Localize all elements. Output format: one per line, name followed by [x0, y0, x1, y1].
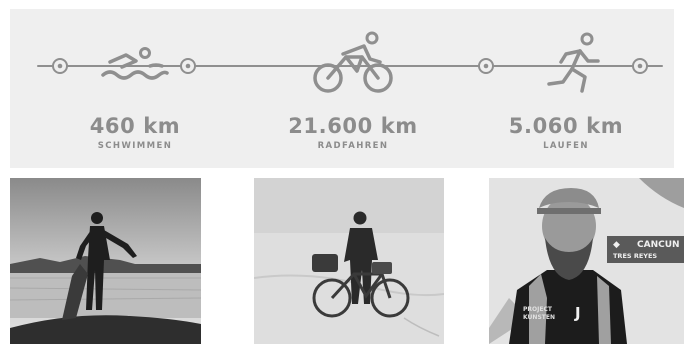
- stat-bike-value: 21.600 km: [288, 114, 418, 138]
- page: 460 km SCHWIMMEN 21.600 km RADFAHREN 5.0…: [0, 0, 684, 344]
- stats-panel: 460 km SCHWIMMEN 21.600 km RADFAHREN 5.0…: [10, 9, 674, 168]
- photo-swim[interactable]: [10, 178, 201, 344]
- stat-bike: 21.600 km RADFAHREN: [268, 113, 438, 152]
- stat-swim-value: 460 km: [89, 114, 181, 138]
- shirt-text-2: KUNSTEN: [523, 314, 555, 321]
- shirt-text-1: PROJECT: [523, 306, 553, 313]
- cyclist-icon: [313, 31, 393, 93]
- stat-swim: 460 km SCHWIMMEN: [50, 113, 220, 152]
- photo-bike[interactable]: [254, 178, 444, 344]
- sign-subtext: TRES REYES: [613, 252, 657, 260]
- stat-run: 5.060 km LAUFEN: [481, 113, 651, 152]
- svg-text:◆: ◆: [613, 240, 620, 250]
- shirt-logo: J: [574, 304, 581, 322]
- photo-run[interactable]: CANCUN TRES REYES ◆ PROJECT KUNSTEN J: [489, 178, 684, 344]
- swimmer-icon: [101, 47, 169, 80]
- stat-bike-label: RADFAHREN: [317, 141, 389, 151]
- stat-run-value: 5.060 km: [508, 114, 624, 138]
- sign-text: CANCUN: [637, 240, 680, 250]
- runner-icon: [547, 32, 600, 93]
- stat-run-label: LAUFEN: [543, 141, 589, 151]
- stat-swim-label: SCHWIMMEN: [97, 141, 173, 151]
